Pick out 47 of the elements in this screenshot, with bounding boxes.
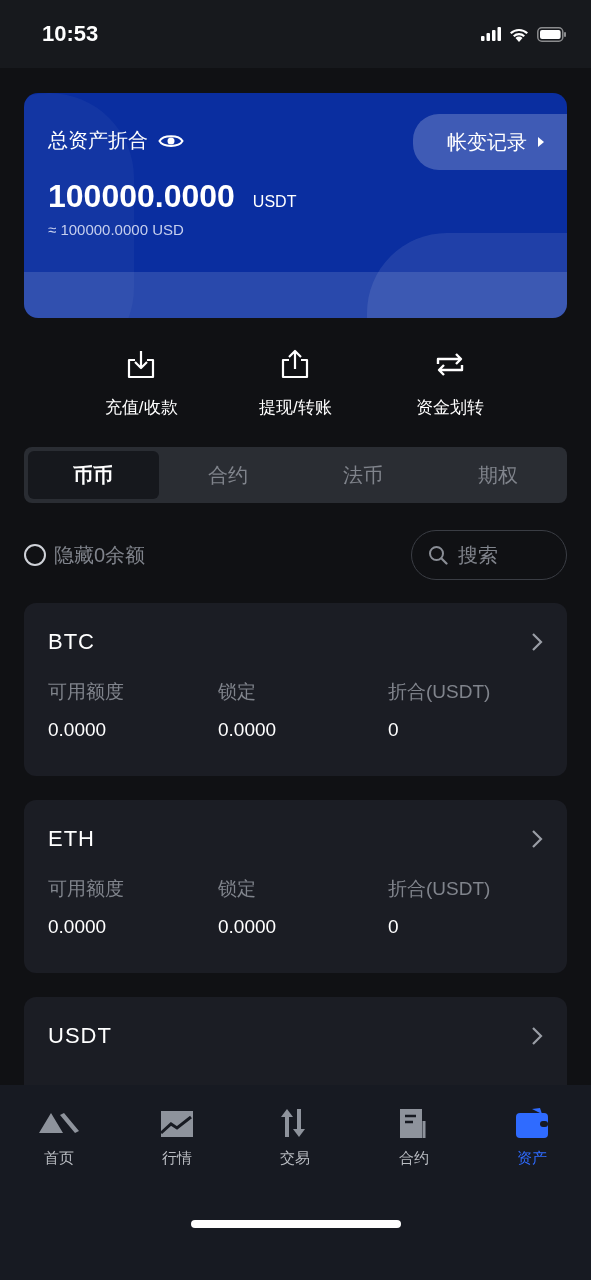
signal-icon — [481, 27, 501, 41]
field-label: 可用额度 — [48, 680, 125, 704]
tab[interactable]: 合约 — [162, 451, 294, 499]
tab[interactable]: 币币 — [28, 451, 159, 499]
asset-name: USDT — [48, 1023, 112, 1049]
field-value: 0 — [388, 719, 400, 741]
chevron-icon[interactable] — [531, 1026, 543, 1046]
action-button[interactable]: 资金划转 — [389, 348, 510, 419]
battery-icon — [537, 26, 567, 42]
field-value: 0.0000 — [218, 719, 278, 741]
balance-equivalent: ≈ 100000.0000 USD — [48, 221, 184, 238]
asset-name: BTC — [48, 629, 95, 655]
field-label: 折合(USDT) — [388, 877, 492, 901]
nav-item[interactable]: 资产 — [491, 1107, 572, 1168]
asset-name: ETH — [48, 826, 95, 852]
radio-icon[interactable] — [24, 544, 46, 566]
field-value: 0.0000 — [48, 916, 108, 938]
field-value: 0.0000 — [48, 719, 108, 741]
tab[interactable]: 法币 — [297, 451, 429, 499]
status-time: 10:53 — [42, 21, 99, 47]
field-value: 0.0000 — [218, 916, 278, 938]
chevron-icon[interactable] — [531, 829, 543, 849]
nav-item[interactable]: 首页 — [19, 1107, 100, 1168]
nav-item[interactable]: 交易 — [255, 1107, 336, 1168]
search-field[interactable]: 搜索 — [411, 530, 567, 580]
nav-item[interactable]: 行情 — [137, 1107, 218, 1168]
history-button[interactable]: 帐变记录 — [413, 114, 567, 170]
search-icon — [428, 545, 448, 565]
balance-amount: 100000.0000 — [48, 178, 235, 215]
field-label: 可用额度 — [48, 877, 125, 901]
tab[interactable]: 期权 — [432, 451, 563, 499]
asset-card[interactable]: BTC 可用额度 0.0000 锁定 0.0000 折合(USDT) 0 — [24, 603, 567, 776]
field-value: 0 — [388, 916, 400, 938]
wifi-icon — [509, 26, 529, 42]
action-button[interactable]: 提现/转账 — [235, 348, 356, 419]
field-label: 折合(USDT) — [388, 680, 492, 704]
balance-title: 总资产折合 — [48, 128, 148, 153]
field-label: 锁定 — [218, 877, 257, 901]
nav-item[interactable]: 合约 — [373, 1107, 454, 1168]
asset-card[interactable]: ETH 可用额度 0.0000 锁定 0.0000 折合(USDT) 0 — [24, 800, 567, 973]
asset-card[interactable]: USDT — [24, 997, 567, 1085]
hide-zero-toggle[interactable]: 隐藏0余额 — [24, 541, 146, 569]
balance-unit: USDT — [252, 193, 297, 211]
field-label: 锁定 — [218, 680, 257, 704]
action-button[interactable]: 充值/收款 — [81, 348, 202, 419]
chevron-icon[interactable] — [531, 632, 543, 652]
caret-icon — [537, 136, 545, 148]
